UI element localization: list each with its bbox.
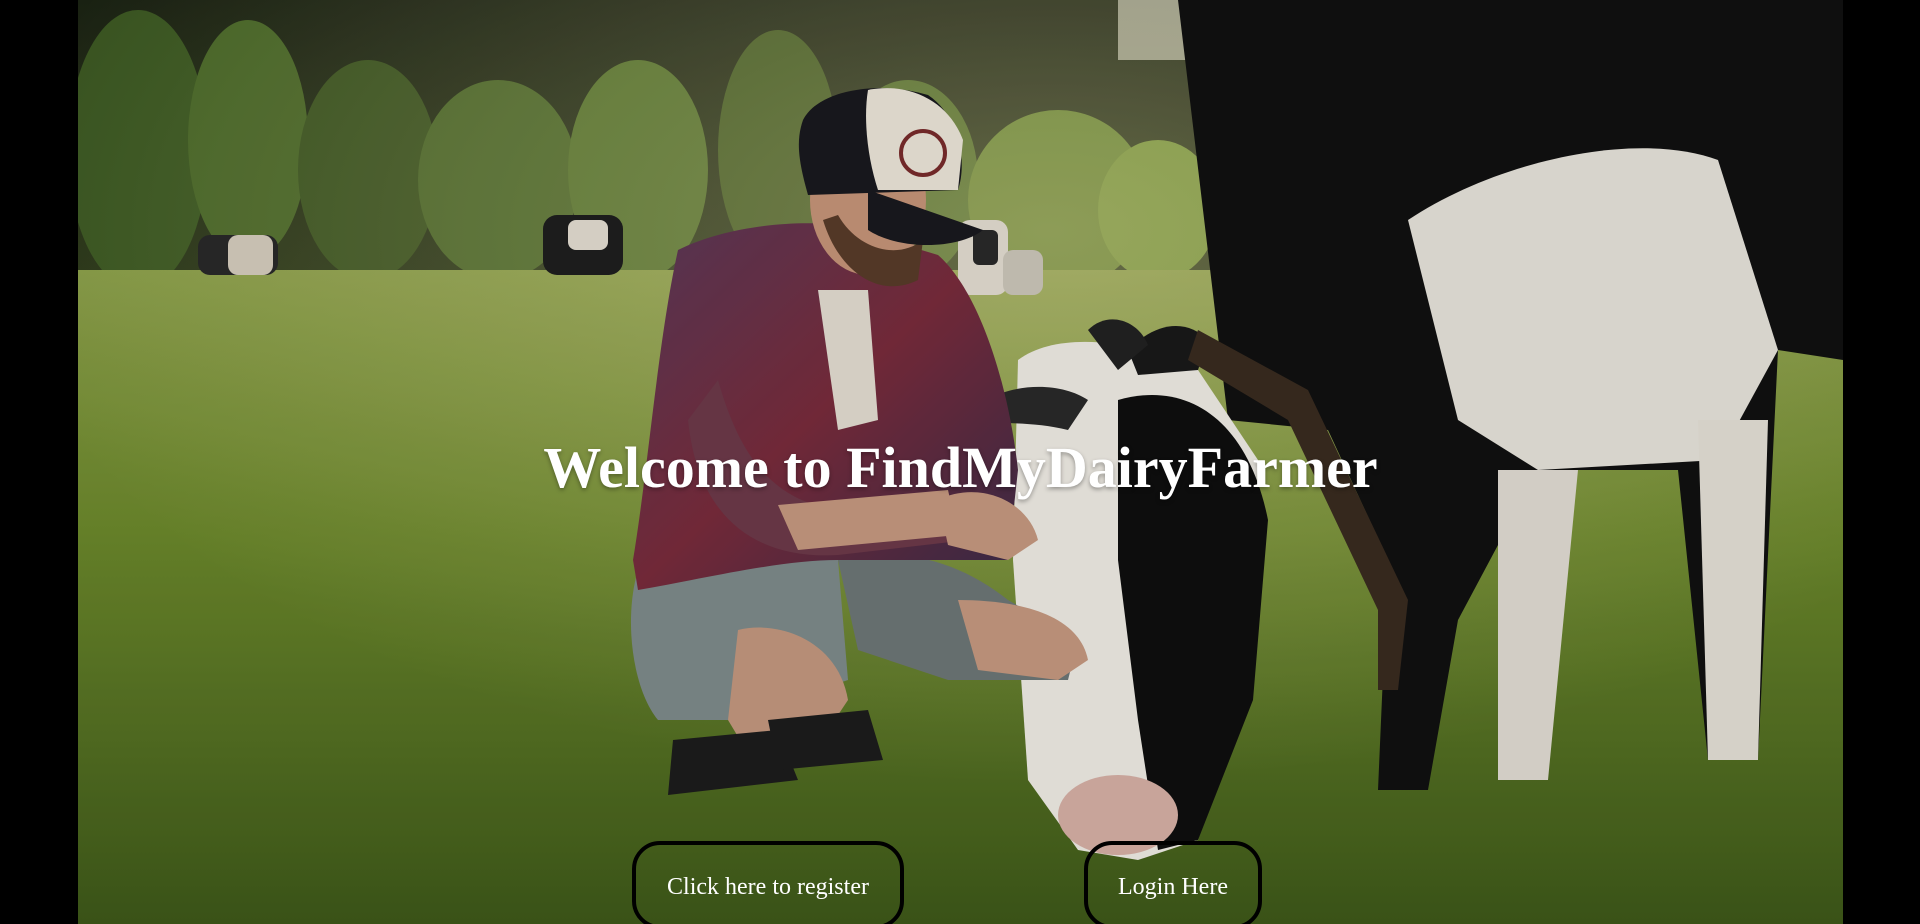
page: Welcome to FindMyDairyFarmer Click here … bbox=[0, 0, 1920, 924]
welcome-title: Welcome to FindMyDairyFarmer bbox=[543, 435, 1378, 500]
hero-section: Welcome to FindMyDairyFarmer Click here … bbox=[78, 0, 1843, 924]
login-button[interactable]: Login Here bbox=[1084, 841, 1262, 924]
register-button[interactable]: Click here to register bbox=[632, 841, 904, 924]
